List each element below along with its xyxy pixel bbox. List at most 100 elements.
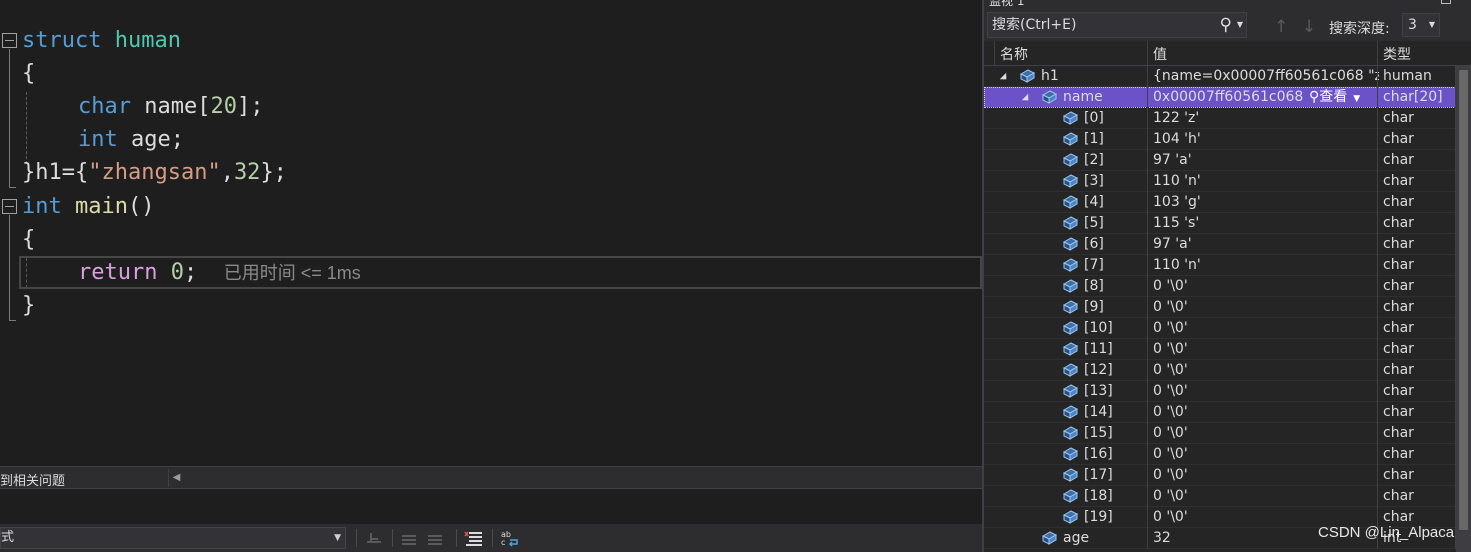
watch-row[interactable]: [14] 0 '\0' char (984, 402, 1456, 423)
watch-row-value[interactable]: 0 '\0' (1153, 402, 1379, 423)
watch-row[interactable]: [17] 0 '\0' char (984, 465, 1456, 486)
next-message-icon[interactable] (426, 529, 446, 547)
output-source-select[interactable]: 式 ▼ (0, 527, 346, 549)
watch-row[interactable]: [8] 0 '\0' char (984, 276, 1456, 297)
watch-row-value[interactable]: 110 'n' (1153, 171, 1379, 192)
go-to-location-icon[interactable] (364, 529, 384, 547)
column-header-value[interactable]: 值 (1153, 44, 1167, 64)
scroll-left-icon[interactable]: ◀ (168, 469, 184, 487)
watch-row-value[interactable]: 97 'a' (1153, 150, 1379, 171)
watch-row-value[interactable]: 0x00007ff60561c068 ... (1153, 87, 1303, 108)
clear-all-icon[interactable] (464, 529, 484, 547)
watch-row[interactable]: [11] 0 '\0' char (984, 339, 1456, 360)
function-name: main (75, 194, 128, 219)
watch-row-value[interactable]: 103 'g' (1153, 192, 1379, 213)
chevron-down-icon: ▼ (334, 533, 341, 543)
word-wrap-icon[interactable]: ab c (500, 529, 520, 547)
cell-separator (1377, 339, 1378, 360)
cell-separator (1147, 528, 1148, 549)
watch-row[interactable]: [2] 97 'a' char (984, 150, 1456, 171)
chevron-down-icon: ▼ (1353, 94, 1361, 104)
watch-row-type: char (1383, 467, 1414, 483)
watch-row[interactable]: [6] 97 'a' char (984, 234, 1456, 255)
watch-row[interactable]: [0] 122 'z' char (984, 108, 1456, 129)
watch-row[interactable]: [16] 0 '\0' char (984, 444, 1456, 465)
code-editor[interactable]: struct human { char name[20]; int age; }… (0, 0, 982, 466)
field-cube-icon (1062, 132, 1078, 146)
watch-row[interactable]: [12] 0 '\0' char (984, 360, 1456, 381)
chevron-down-icon[interactable]: ▼ (1237, 13, 1243, 37)
watch-row-name: [2] (1084, 152, 1104, 168)
watch-row-value[interactable]: 104 'h' (1153, 129, 1379, 150)
search-depth-select[interactable]: 3 ▼ (1402, 13, 1440, 37)
view-visualizer-button[interactable]: ⚲查看 ▼ (1309, 87, 1360, 110)
cell-separator (1147, 108, 1148, 129)
fold-guide (9, 49, 10, 188)
code-line-1: struct human (22, 24, 181, 57)
output-source-label: 式 (1, 530, 15, 545)
watch-row-name: [17] (1084, 467, 1113, 483)
watch-row-value[interactable]: 0 '\0' (1153, 423, 1379, 444)
watch-search-input[interactable]: 搜索(Ctrl+E) ⚲ ▼ (987, 12, 1247, 38)
field-cube-icon (1041, 90, 1057, 104)
pin-icon[interactable] (1441, 0, 1451, 4)
watch-row[interactable]: [10] 0 '\0' char (984, 318, 1456, 339)
watch-row-name: h1 (1041, 68, 1059, 84)
search-prev-icon[interactable]: ↑ (1274, 17, 1288, 37)
collapse-struct-icon[interactable] (2, 33, 17, 48)
watch-row[interactable]: [4] 103 'g' char (984, 192, 1456, 213)
watch-row-value[interactable]: 115 's' (1153, 213, 1379, 234)
fold-guide-end (9, 187, 16, 188)
field-cube-icon (1062, 153, 1078, 167)
column-separator[interactable] (1147, 41, 1148, 66)
column-header-name[interactable]: 名称 (1000, 44, 1028, 64)
scrollbar-thumb[interactable] (1459, 70, 1468, 530)
watch-row-value[interactable]: 122 'z' (1153, 108, 1379, 129)
cell-separator (1147, 171, 1148, 192)
watch-row-value[interactable]: 0 '\0' (1153, 297, 1379, 318)
watch-row-value[interactable]: 0 '\0' (1153, 318, 1379, 339)
watch-row[interactable]: [15] 0 '\0' char (984, 423, 1456, 444)
keyword: char (78, 94, 131, 119)
watch-row[interactable]: [9] 0 '\0' char (984, 297, 1456, 318)
watch-row-value[interactable]: 0 '\0' (1153, 486, 1379, 507)
watch-row-value[interactable]: 0 '\0' (1153, 444, 1379, 465)
watch-row[interactable]: [13] 0 '\0' char (984, 381, 1456, 402)
prev-message-icon[interactable] (400, 529, 420, 547)
watch-row[interactable]: [1] 104 'h' char (984, 129, 1456, 150)
watch-row[interactable]: [3] 110 'n' char (984, 171, 1456, 192)
watch-row-value[interactable]: 110 'n' (1153, 255, 1379, 276)
watch-scrollbar[interactable] (1456, 66, 1471, 552)
search-icon[interactable]: ⚲ (1220, 13, 1232, 37)
cell-separator (1147, 213, 1148, 234)
watch-row[interactable]: h1 {name=0x00007ff60561c068 "zh...human (984, 66, 1456, 87)
cell-separator (1147, 87, 1148, 108)
field-cube-icon (1062, 195, 1078, 209)
watch-row[interactable]: [7] 110 'n' char (984, 255, 1456, 276)
watch-row-value[interactable]: 0 '\0' (1153, 381, 1379, 402)
column-header-type[interactable]: 类型 (1383, 44, 1411, 64)
watch-row-type: char (1383, 320, 1414, 336)
watch-row-value[interactable]: 0 '\0' (1153, 465, 1379, 486)
watch-row-value[interactable]: 0 '\0' (1153, 339, 1379, 360)
number-literal: 32 (233, 160, 261, 185)
watch-row-value[interactable]: 97 'a' (1153, 234, 1379, 255)
collapse-main-icon[interactable] (2, 199, 17, 214)
watch-row[interactable]: name 0x00007ff60561c068 ... ⚲查看 ▼ char[20] (984, 87, 1456, 108)
column-separator[interactable] (994, 41, 995, 66)
perf-tip[interactable]: 已用时间 <= 1ms (224, 263, 361, 283)
search-next-icon[interactable]: ↓ (1302, 17, 1316, 37)
expander-icon[interactable] (1021, 93, 1029, 101)
watch-row-value[interactable]: 0 '\0' (1153, 276, 1379, 297)
expander-icon[interactable] (999, 72, 1007, 80)
watch-row-type: char (1383, 278, 1414, 294)
watch-row[interactable]: [5] 115 's' char (984, 213, 1456, 234)
watch-row-value[interactable]: 0 '\0' (1153, 360, 1379, 381)
field-cube-icon (1062, 237, 1078, 251)
issues-link[interactable]: 到相关问题 (0, 470, 65, 489)
watch-row-value[interactable]: {name=0x00007ff60561c068 "zh... (1153, 66, 1379, 87)
code-text: age; (131, 127, 184, 152)
column-separator[interactable] (1377, 41, 1378, 66)
watch-row[interactable]: [18] 0 '\0' char (984, 486, 1456, 507)
cell-separator (1377, 108, 1378, 129)
